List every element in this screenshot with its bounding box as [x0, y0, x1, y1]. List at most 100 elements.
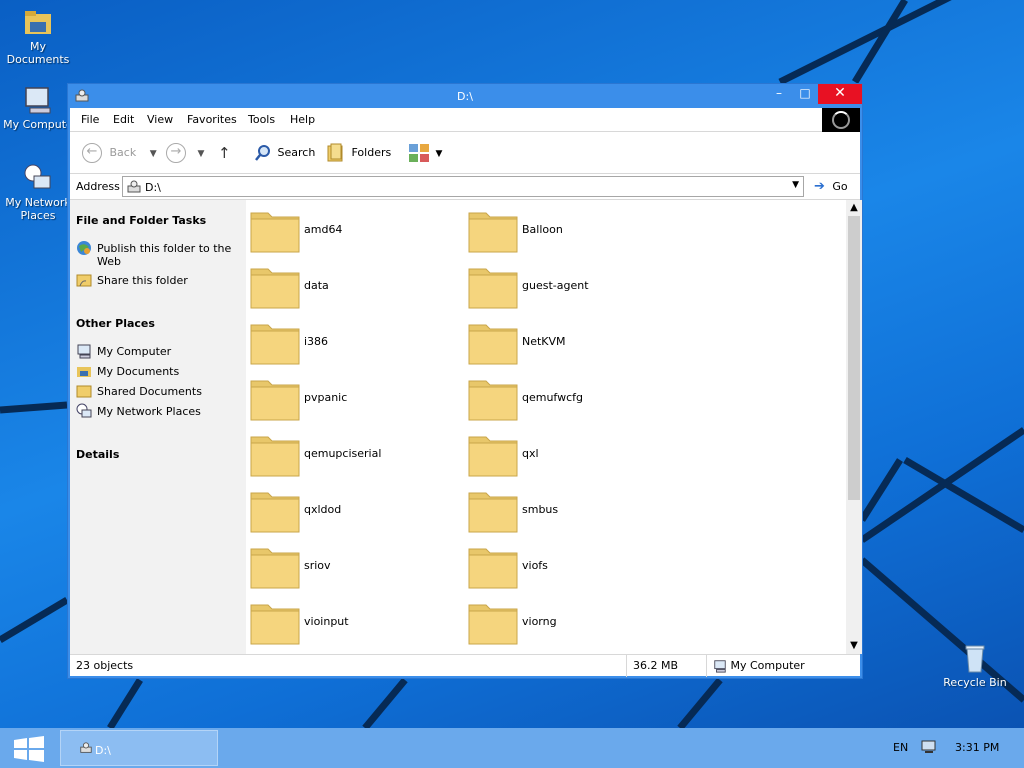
place-shared-documents[interactable]: Shared Documents	[76, 383, 236, 399]
back-dropdown-icon[interactable]: ▼	[150, 149, 157, 159]
place-my-documents[interactable]: My Documents	[76, 363, 236, 379]
folder-icon	[250, 492, 300, 533]
taskbar-item-explorer[interactable]: D:\	[60, 730, 218, 766]
minimize-button[interactable]: –	[766, 84, 792, 104]
my-documents-icon	[77, 367, 91, 377]
forward-dropdown-icon[interactable]: ▼	[198, 149, 205, 159]
folder-icon	[250, 604, 300, 645]
maximize-button[interactable]: □	[792, 84, 818, 104]
my-computer-icon	[25, 87, 51, 114]
folder-item[interactable]: NetKVM	[466, 316, 676, 366]
folder-name: vioinput	[304, 615, 349, 628]
folder-name: data	[304, 279, 329, 292]
folder-item[interactable]: Balloon	[466, 204, 676, 254]
folder-icon	[468, 436, 518, 477]
desktop-icon-label: My Documents	[6, 40, 70, 66]
scroll-thumb[interactable]	[848, 216, 860, 500]
place-network-places[interactable]: My Network Places	[76, 403, 236, 419]
network-tray-icon[interactable]	[920, 739, 938, 755]
forward-button[interactable]: → ▼	[166, 142, 204, 164]
explorer-window[interactable]: D:\ – □ ✕ File Edit View Favorites Tools…	[67, 83, 863, 679]
folder-icon	[250, 436, 300, 477]
menu-edit[interactable]: Edit	[113, 113, 134, 126]
folder-item[interactable]: amd64	[248, 204, 458, 254]
share-folder-link[interactable]: Share this folder	[76, 272, 236, 288]
task-pane: File and Folder Tasks Publish this folde…	[70, 200, 246, 654]
title-bar[interactable]: D:\ – □ ✕	[68, 84, 862, 108]
views-dropdown-icon: ▼	[435, 149, 443, 159]
status-object-count: 23 objects	[76, 659, 134, 672]
desktop-icon-network-places[interactable]: My Network Places	[0, 162, 76, 222]
desktop-icon-my-computer[interactable]: My Compute	[0, 84, 76, 131]
folder-name: NetKVM	[522, 335, 566, 348]
publish-folder-link[interactable]: Publish this folder to the Web	[76, 240, 236, 268]
folder-item[interactable]: guest-agent	[466, 260, 676, 310]
status-zone: My Computer	[706, 655, 860, 677]
tasks-heading: File and Folder Tasks	[76, 214, 207, 227]
folder-icon	[250, 324, 300, 365]
search-icon	[255, 145, 270, 161]
address-field[interactable]: D:\ ▼	[122, 176, 804, 197]
details-heading: Details	[76, 448, 120, 461]
folder-name: sriov	[304, 559, 331, 572]
address-label: Address	[76, 180, 120, 193]
folder-name: qemupciserial	[304, 447, 382, 460]
folder-item[interactable]: pvpanic	[248, 372, 458, 422]
address-dropdown-icon[interactable]: ▼	[792, 180, 799, 190]
menu-favorites[interactable]: Favorites	[187, 113, 237, 126]
desktop-icon-my-documents[interactable]: My Documents	[0, 6, 76, 66]
folder-icon	[250, 212, 300, 253]
folders-icon	[327, 143, 343, 162]
folder-item[interactable]: viorng	[466, 596, 676, 646]
folder-name: viofs	[522, 559, 548, 572]
up-button[interactable]: ↑	[218, 142, 231, 164]
place-label: My Network Places	[97, 405, 201, 418]
scroll-up-icon[interactable]: ▲	[846, 200, 862, 216]
search-button[interactable]: Search	[254, 142, 315, 164]
folder-icon	[468, 492, 518, 533]
my-computer-icon	[77, 344, 91, 359]
taskbar: D:\ EN 3:31 PM	[0, 728, 1024, 768]
scroll-down-icon[interactable]: ▼	[846, 638, 862, 654]
place-my-computer[interactable]: My Computer	[76, 343, 236, 359]
back-arrow-icon: ←	[82, 143, 102, 163]
menu-tools[interactable]: Tools	[248, 113, 275, 126]
folder-item[interactable]: qemupciserial	[248, 428, 458, 478]
menu-help[interactable]: Help	[290, 113, 315, 126]
folder-item[interactable]: qxl	[466, 428, 676, 478]
back-button[interactable]: ← Back ▼	[82, 142, 157, 164]
folder-name: qxldod	[304, 503, 342, 516]
folder-name: guest-agent	[522, 279, 589, 292]
folders-button[interactable]: Folders	[326, 142, 391, 164]
folder-name: smbus	[522, 503, 559, 516]
windows-start-icon[interactable]	[12, 736, 46, 762]
menu-view[interactable]: View	[147, 113, 173, 126]
folder-name: viorng	[522, 615, 557, 628]
folder-icon	[250, 380, 300, 421]
views-button[interactable]: ▼	[408, 142, 442, 164]
file-list[interactable]: amd64 Balloon data guest-agent i386 NetKVM pvp…	[246, 200, 846, 654]
vertical-scrollbar[interactable]: ▲ ▼	[846, 200, 862, 654]
folder-icon	[468, 212, 518, 253]
folder-item[interactable]: i386	[248, 316, 458, 366]
close-button[interactable]: ✕	[818, 84, 862, 104]
folder-item[interactable]: vioinput	[248, 596, 458, 646]
folder-item[interactable]: sriov	[248, 540, 458, 590]
language-indicator[interactable]: EN	[893, 741, 908, 754]
place-label: My Computer	[97, 345, 172, 358]
forward-arrow-icon: →	[166, 143, 186, 163]
folder-item[interactable]: smbus	[466, 484, 676, 534]
menu-file[interactable]: File	[81, 113, 99, 126]
my-documents-icon	[25, 11, 51, 34]
folder-item[interactable]: viofs	[466, 540, 676, 590]
folder-item[interactable]: data	[248, 260, 458, 310]
folder-item[interactable]: qxldod	[248, 484, 458, 534]
desktop-icon-recycle-bin[interactable]: Recycle Bin	[937, 642, 1013, 689]
shared-documents-icon	[76, 385, 92, 398]
go-button[interactable]: ➔ Go	[814, 179, 848, 194]
folder-item[interactable]: qemufwcfg	[466, 372, 676, 422]
clock[interactable]: 3:31 PM	[955, 741, 999, 754]
search-label: Search	[277, 146, 316, 159]
folder-name: qxl	[522, 447, 539, 460]
go-arrow-icon: ➔	[814, 179, 825, 194]
